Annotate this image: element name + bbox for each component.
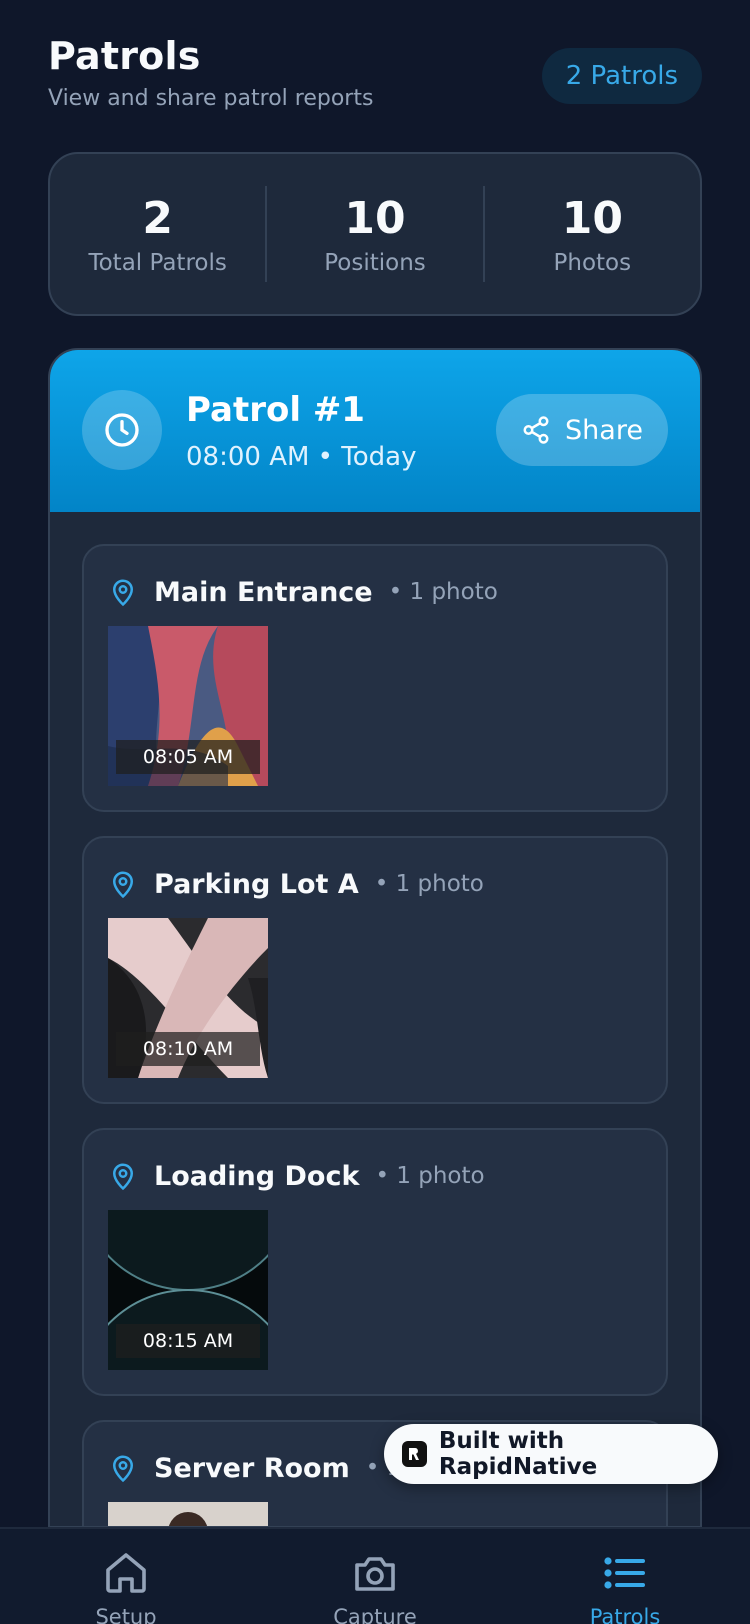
photo-thumbnail[interactable]: 08:05 AM (108, 626, 268, 786)
share-button[interactable]: Share (496, 394, 668, 466)
photo-count: • 1 photo (374, 871, 484, 897)
tab-label: Setup (95, 1605, 157, 1624)
position-header: Loading Dock • 1 photo (108, 1156, 485, 1196)
photo-time: 08:15 AM (116, 1324, 260, 1358)
location-pin-icon (112, 871, 134, 899)
position-name: Server Room (154, 1452, 350, 1484)
photo-time: 08:10 AM (116, 1032, 260, 1066)
location-pin-icon (112, 1455, 134, 1483)
stat-label: Total Patrols (88, 249, 227, 276)
stat-positions: 10 Positions (267, 193, 482, 276)
stat-value: 2 (142, 192, 173, 244)
position-header: Main Entrance • 1 photo (108, 572, 498, 612)
patrol-card-header: Patrol #1 08:00 AM • Today Share (50, 350, 700, 512)
stat-photos: 10 Photos (485, 193, 700, 276)
position-name: Loading Dock (154, 1160, 360, 1192)
location-pin-icon (112, 579, 134, 607)
photo-count: • 1 photo (388, 579, 498, 605)
patrol-count-badge: 2 Patrols (541, 48, 702, 104)
stat-value: 10 (344, 192, 406, 244)
patrol-card: Patrol #1 08:00 AM • Today Share Main En… (48, 348, 702, 1528)
patrol-title: Patrol #1 (186, 390, 365, 430)
position-card[interactable]: Loading Dock • 1 photo 08:15 AM (82, 1128, 668, 1396)
photo-thumbnail[interactable] (108, 1502, 268, 1526)
position-header: Parking Lot A • 1 photo (108, 864, 484, 904)
share-label: Share (565, 414, 643, 446)
built-with-label: Built with RapidNative (438, 1428, 598, 1480)
photo-thumbnail[interactable]: 08:10 AM (108, 918, 268, 1078)
share-icon (523, 416, 549, 444)
stats-card: 2 Total Patrols 10 Positions 10 Photos (48, 152, 702, 316)
page-header: Patrols View and share patrol reports 2 … (48, 34, 702, 124)
built-with-badge[interactable]: Built with RapidNative (384, 1424, 718, 1484)
position-card[interactable]: Parking Lot A • 1 photo 08:10 AM (82, 836, 668, 1104)
tab-capture[interactable]: Capture (295, 1549, 455, 1624)
clock-icon (82, 390, 162, 470)
stat-total-patrols: 2 Total Patrols (50, 193, 265, 276)
tab-label: Capture (333, 1605, 417, 1624)
camera-icon (355, 1557, 395, 1591)
home-icon (106, 1553, 146, 1593)
stat-label: Positions (324, 249, 426, 276)
patrol-time: 08:00 AM • Today (186, 442, 417, 472)
position-card[interactable]: Main Entrance • 1 photo 08:05 AM (82, 544, 668, 812)
position-name: Main Entrance (154, 576, 373, 608)
rapidnative-logo-icon (402, 1441, 427, 1467)
tab-label: Patrols (589, 1605, 661, 1624)
list-icon (604, 1557, 645, 1589)
tab-patrols[interactable]: Patrols (545, 1549, 705, 1624)
tab-setup[interactable]: Setup (46, 1549, 206, 1624)
position-name: Parking Lot A (154, 868, 359, 900)
photo-time: 08:05 AM (116, 740, 260, 774)
stat-label: Photos (553, 249, 632, 276)
stat-value: 10 (561, 192, 623, 244)
photo-thumbnail[interactable]: 08:15 AM (108, 1210, 268, 1370)
location-pin-icon (112, 1163, 134, 1191)
bottom-tab-bar: Setup Capture Patrols (0, 1527, 750, 1624)
photo-count: • 1 photo (375, 1163, 485, 1189)
